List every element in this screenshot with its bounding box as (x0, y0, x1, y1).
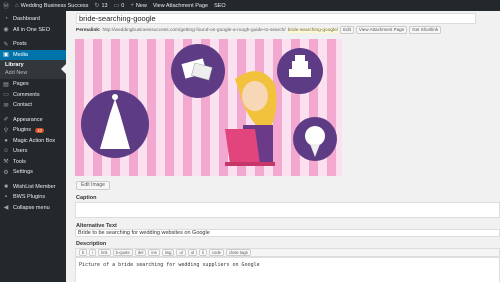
plugins-icon: ⚲ (3, 127, 9, 134)
admin-bar-comments[interactable]: ▭ 0 (113, 2, 125, 10)
qt-ul-button[interactable]: ul (176, 249, 186, 256)
permalink-row: Permalink: http://weddingbusinesssuccess… (76, 26, 500, 34)
menu-media[interactable]: ▣ Media (0, 49, 66, 60)
appearance-icon: ✐ (3, 117, 9, 124)
menu-tools[interactable]: ⚒ Tools (0, 157, 66, 168)
active-menu-pointer (61, 64, 66, 74)
menu-wishlist-member[interactable]: ■ WishList Member (0, 182, 66, 193)
qt-link-button[interactable]: link (98, 249, 111, 256)
alt-text-input[interactable]: Bride to be searching for wedding websit… (75, 229, 500, 237)
qt-italic-button[interactable]: i (89, 249, 97, 256)
permalink-label: Permalink: (76, 27, 101, 33)
get-shortlink-button[interactable]: Get Shortlink (409, 26, 442, 34)
admin-bar-view-attachment[interactable]: View Attachment Page (153, 3, 208, 9)
magic-box-icon: ● (4, 137, 8, 144)
seo-icon: ◉ (3, 27, 9, 34)
menu-settings[interactable]: ⚙ Settings (0, 167, 66, 178)
submenu-library[interactable]: Library (0, 61, 66, 69)
admin-bar-updates[interactable]: ↻ 13 (94, 2, 107, 10)
qt-del-button[interactable]: del (134, 249, 147, 256)
description-label: Description (76, 241, 107, 247)
menu-magic-action-box[interactable]: ● Magic Action Box (0, 136, 66, 147)
media-icon: ▣ (3, 52, 9, 59)
caption-label: Caption (76, 195, 97, 201)
menu-comments[interactable]: ▭ Comments (0, 90, 66, 101)
edit-media-panel: bride-searching-google Permalink: http:/… (70, 11, 500, 282)
title-input[interactable]: bride-searching-google (76, 13, 476, 24)
edit-permalink-button[interactable]: Edit (340, 26, 354, 34)
menu-contact[interactable]: ✉ Contact (0, 100, 66, 111)
menu-posts[interactable]: ✎ Posts (0, 39, 66, 50)
menu-all-in-one-seo[interactable]: ◉ All in One SEO (0, 25, 66, 36)
qt-ol-button[interactable]: ol (187, 249, 198, 256)
quicktags-toolbar: b i link b-quote del ins img ul ol li co… (75, 248, 500, 257)
page: { "adminbar": { "site_name": "Wedding Bu… (0, 0, 500, 282)
tools-icon: ⚒ (3, 159, 9, 166)
permalink-slug[interactable]: bride-searching-google/ (287, 27, 339, 33)
users-icon: ☺ (3, 148, 10, 155)
menu-pages[interactable]: ▤ Pages (0, 79, 66, 90)
permalink-base[interactable]: http://weddingbusinesssuccess.com/gettin… (103, 28, 286, 33)
qt-bold-button[interactable]: b (79, 249, 88, 256)
bws-icon: ▪ (4, 194, 8, 201)
collapse-icon: ◀ (3, 205, 9, 212)
menu-bws-plugins[interactable]: ▪ BWS Plugins (0, 192, 66, 203)
qt-close-tags-button[interactable]: close tags (225, 249, 251, 256)
attachment-image (75, 39, 342, 176)
updates-icon: ↻ (94, 3, 100, 9)
submenu-add-new[interactable]: Add New (0, 69, 66, 77)
plus-icon: + (130, 2, 134, 9)
home-icon: ⌂ (15, 2, 19, 9)
admin-bar-new[interactable]: + New (130, 3, 147, 9)
wishlist-icon: ■ (4, 183, 8, 190)
admin-sidebar: ◔ Dashboard ◉ All in One SEO ✎ Posts ▣ Media… (0, 11, 66, 282)
menu-dashboard[interactable]: ◔ Dashboard (0, 14, 66, 25)
settings-icon: ⚙ (3, 169, 9, 176)
media-submenu: Library Add New (0, 60, 66, 79)
admin-bar-site[interactable]: ⌂ Wedding Business Success (15, 3, 88, 9)
qt-li-button[interactable]: li (199, 249, 207, 256)
pages-icon: ▤ (3, 81, 9, 88)
contact-icon: ✉ (3, 102, 9, 109)
edit-image-button[interactable]: Edit Image (76, 181, 110, 190)
bride-illustration (75, 39, 342, 176)
wp-logo-icon[interactable]: Ⓦ (3, 1, 9, 10)
dashboard-icon: ◔ (4, 16, 8, 23)
menu-collapse[interactable]: ◀ Collapse menu (0, 203, 66, 214)
admin-bar: Ⓦ ⌂ Wedding Business Success ↻ 13 ▭ 0 + New … (0, 0, 500, 11)
posts-icon: ✎ (3, 41, 9, 48)
description-textarea[interactable]: Picture of a bride searching for wedding… (75, 257, 500, 282)
comment-icon: ▭ (113, 3, 120, 9)
menu-users[interactable]: ☺ Users (0, 146, 66, 157)
menu-appearance[interactable]: ✐ Appearance (0, 115, 66, 126)
view-attachment-button[interactable]: View Attachment Page (355, 26, 408, 34)
comments-icon: ▭ (3, 92, 9, 99)
menu-plugins[interactable]: ⚲ Plugins 10 (0, 125, 66, 136)
caption-textarea[interactable] (75, 202, 500, 218)
qt-code-button[interactable]: code (208, 249, 224, 256)
admin-bar-seo[interactable]: SEO (214, 3, 226, 9)
qt-img-button[interactable]: img (161, 249, 175, 256)
plugins-update-badge: 10 (35, 127, 45, 133)
qt-ins-button[interactable]: ins (148, 249, 160, 256)
qt-blockquote-button[interactable]: b-quote (112, 249, 133, 256)
